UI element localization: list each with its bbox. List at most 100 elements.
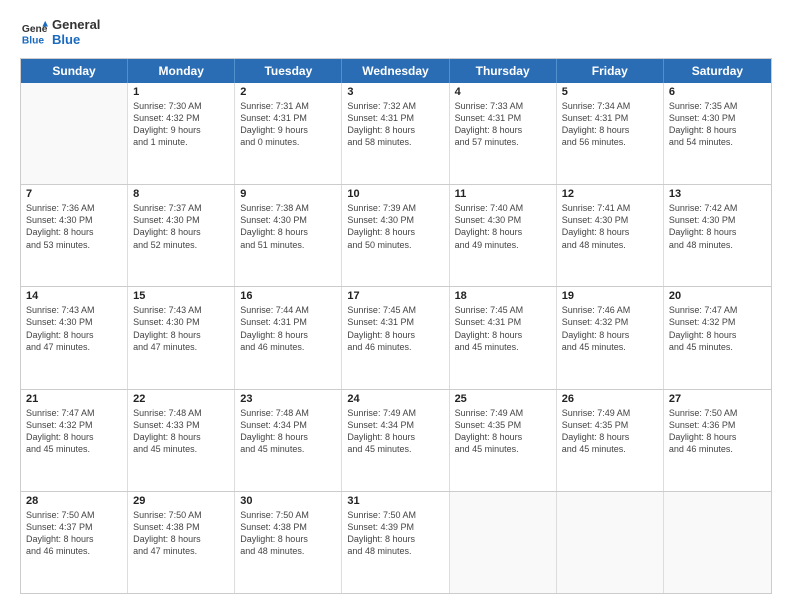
- calendar-header-monday: Monday: [128, 59, 235, 83]
- calendar-cell: 20 Sunrise: 7:47 AM Sunset: 4:32 PM Dayli…: [664, 287, 771, 388]
- calendar-week-2: 7 Sunrise: 7:36 AM Sunset: 4:30 PM Daylig…: [21, 185, 771, 287]
- calendar-cell: 8 Sunrise: 7:37 AM Sunset: 4:30 PM Daylig…: [128, 185, 235, 286]
- header: General Blue General Blue: [20, 18, 772, 48]
- day-number: 31: [347, 495, 443, 507]
- calendar-cell: 7 Sunrise: 7:36 AM Sunset: 4:30 PM Daylig…: [21, 185, 128, 286]
- day-details: Sunrise: 7:31 AM Sunset: 4:31 PM Dayligh…: [240, 100, 336, 149]
- day-number: 5: [562, 86, 658, 98]
- calendar-cell: 1Sunrise: 7:30 AM Sunset: 4:32 PM Daylig…: [128, 83, 235, 184]
- day-number: 29: [133, 495, 229, 507]
- calendar-cell: 22 Sunrise: 7:48 AM Sunset: 4:33 PM Dayli…: [128, 390, 235, 491]
- day-number: 21: [26, 393, 122, 405]
- logo: General Blue General Blue: [20, 18, 100, 48]
- day-details: Sunrise: 7:47 AM Sunset: 4:32 PM Dayligh…: [669, 304, 766, 353]
- calendar-cell: 6 Sunrise: 7:35 AM Sunset: 4:30 PM Daylig…: [664, 83, 771, 184]
- day-details: Sunrise: 7:46 AM Sunset: 4:32 PM Dayligh…: [562, 304, 658, 353]
- calendar-header-saturday: Saturday: [664, 59, 771, 83]
- calendar-cell: [664, 492, 771, 593]
- calendar-cell: 27 Sunrise: 7:50 AM Sunset: 4:36 PM Dayli…: [664, 390, 771, 491]
- day-details: Sunrise: 7:47 AM Sunset: 4:32 PM Dayligh…: [26, 407, 122, 456]
- day-number: 4: [455, 86, 551, 98]
- calendar-cell: 5Sunrise: 7:34 AM Sunset: 4:31 PM Daylig…: [557, 83, 664, 184]
- day-number: 2: [240, 86, 336, 98]
- day-number: 18: [455, 290, 551, 302]
- calendar-body: 1Sunrise: 7:30 AM Sunset: 4:32 PM Daylig…: [21, 83, 771, 593]
- calendar-cell: [557, 492, 664, 593]
- day-number: 8: [133, 188, 229, 200]
- calendar-cell: 10 Sunrise: 7:39 AM Sunset: 4:30 PM Dayli…: [342, 185, 449, 286]
- day-details: Sunrise: 7:32 AM Sunset: 4:31 PM Dayligh…: [347, 100, 443, 149]
- day-number: 25: [455, 393, 551, 405]
- calendar-header-sunday: Sunday: [21, 59, 128, 83]
- calendar-cell: 31 Sunrise: 7:50 AM Sunset: 4:39 PM Dayli…: [342, 492, 449, 593]
- day-details: Sunrise: 7:45 AM Sunset: 4:31 PM Dayligh…: [455, 304, 551, 353]
- day-number: 19: [562, 290, 658, 302]
- day-details: Sunrise: 7:50 AM Sunset: 4:39 PM Dayligh…: [347, 509, 443, 558]
- day-number: 27: [669, 393, 766, 405]
- logo-general: General: [52, 18, 100, 33]
- day-details: Sunrise: 7:44 AM Sunset: 4:31 PM Dayligh…: [240, 304, 336, 353]
- day-details: Sunrise: 7:43 AM Sunset: 4:30 PM Dayligh…: [26, 304, 122, 353]
- day-number: 28: [26, 495, 122, 507]
- calendar-cell: 23Sunrise: 7:48 AM Sunset: 4:34 PM Dayli…: [235, 390, 342, 491]
- calendar-cell: 18 Sunrise: 7:45 AM Sunset: 4:31 PM Dayli…: [450, 287, 557, 388]
- day-details: Sunrise: 7:39 AM Sunset: 4:30 PM Dayligh…: [347, 202, 443, 251]
- day-details: Sunrise: 7:43 AM Sunset: 4:30 PM Dayligh…: [133, 304, 229, 353]
- calendar-week-4: 21 Sunrise: 7:47 AM Sunset: 4:32 PM Dayli…: [21, 390, 771, 492]
- day-number: 13: [669, 188, 766, 200]
- calendar-header-row: SundayMondayTuesdayWednesdayThursdayFrid…: [21, 59, 771, 83]
- day-number: 12: [562, 188, 658, 200]
- day-number: 6: [669, 86, 766, 98]
- day-number: 20: [669, 290, 766, 302]
- day-number: 26: [562, 393, 658, 405]
- day-number: 30: [240, 495, 336, 507]
- calendar-cell: 4 Sunrise: 7:33 AM Sunset: 4:31 PM Daylig…: [450, 83, 557, 184]
- calendar-cell: 13 Sunrise: 7:42 AM Sunset: 4:30 PM Dayli…: [664, 185, 771, 286]
- day-details: Sunrise: 7:36 AM Sunset: 4:30 PM Dayligh…: [26, 202, 122, 251]
- calendar-cell: 16 Sunrise: 7:44 AM Sunset: 4:31 PM Dayli…: [235, 287, 342, 388]
- calendar-cell: 12 Sunrise: 7:41 AM Sunset: 4:30 PM Dayli…: [557, 185, 664, 286]
- day-details: Sunrise: 7:48 AM Sunset: 4:33 PM Dayligh…: [133, 407, 229, 456]
- day-number: 22: [133, 393, 229, 405]
- day-number: 16: [240, 290, 336, 302]
- day-number: 10: [347, 188, 443, 200]
- day-details: Sunrise: 7:45 AM Sunset: 4:31 PM Dayligh…: [347, 304, 443, 353]
- calendar: SundayMondayTuesdayWednesdayThursdayFrid…: [20, 58, 772, 594]
- day-details: Sunrise: 7:50 AM Sunset: 4:36 PM Dayligh…: [669, 407, 766, 456]
- day-details: Sunrise: 7:50 AM Sunset: 4:38 PM Dayligh…: [133, 509, 229, 558]
- calendar-cell: 11 Sunrise: 7:40 AM Sunset: 4:30 PM Dayli…: [450, 185, 557, 286]
- day-details: Sunrise: 7:49 AM Sunset: 4:34 PM Dayligh…: [347, 407, 443, 456]
- day-details: Sunrise: 7:41 AM Sunset: 4:30 PM Dayligh…: [562, 202, 658, 251]
- day-details: Sunrise: 7:50 AM Sunset: 4:38 PM Dayligh…: [240, 509, 336, 558]
- calendar-header-friday: Friday: [557, 59, 664, 83]
- logo-blue: Blue: [52, 33, 100, 48]
- day-details: Sunrise: 7:48 AM Sunset: 4:34 PM Dayligh…: [240, 407, 336, 456]
- day-number: 7: [26, 188, 122, 200]
- calendar-cell: 3 Sunrise: 7:32 AM Sunset: 4:31 PM Daylig…: [342, 83, 449, 184]
- calendar-cell: 17Sunrise: 7:45 AM Sunset: 4:31 PM Dayli…: [342, 287, 449, 388]
- calendar-cell: 2 Sunrise: 7:31 AM Sunset: 4:31 PM Daylig…: [235, 83, 342, 184]
- day-details: Sunrise: 7:40 AM Sunset: 4:30 PM Dayligh…: [455, 202, 551, 251]
- day-number: 11: [455, 188, 551, 200]
- calendar-cell: 24 Sunrise: 7:49 AM Sunset: 4:34 PM Dayli…: [342, 390, 449, 491]
- day-details: Sunrise: 7:35 AM Sunset: 4:30 PM Dayligh…: [669, 100, 766, 149]
- day-details: Sunrise: 7:42 AM Sunset: 4:30 PM Dayligh…: [669, 202, 766, 251]
- page: General Blue General Blue SundayMondayTu…: [0, 0, 792, 612]
- svg-text:Blue: Blue: [22, 35, 45, 46]
- calendar-cell: 14Sunrise: 7:43 AM Sunset: 4:30 PM Dayli…: [21, 287, 128, 388]
- calendar-cell: 29 Sunrise: 7:50 AM Sunset: 4:38 PM Dayli…: [128, 492, 235, 593]
- day-details: Sunrise: 7:49 AM Sunset: 4:35 PM Dayligh…: [455, 407, 551, 456]
- day-details: Sunrise: 7:33 AM Sunset: 4:31 PM Dayligh…: [455, 100, 551, 149]
- day-number: 3: [347, 86, 443, 98]
- day-number: 15: [133, 290, 229, 302]
- calendar-header-wednesday: Wednesday: [342, 59, 449, 83]
- calendar-cell: [21, 83, 128, 184]
- calendar-cell: 26Sunrise: 7:49 AM Sunset: 4:35 PM Dayli…: [557, 390, 664, 491]
- day-details: Sunrise: 7:37 AM Sunset: 4:30 PM Dayligh…: [133, 202, 229, 251]
- day-number: 24: [347, 393, 443, 405]
- calendar-cell: 19 Sunrise: 7:46 AM Sunset: 4:32 PM Dayli…: [557, 287, 664, 388]
- calendar-cell: 15 Sunrise: 7:43 AM Sunset: 4:30 PM Dayli…: [128, 287, 235, 388]
- calendar-week-1: 1Sunrise: 7:30 AM Sunset: 4:32 PM Daylig…: [21, 83, 771, 185]
- calendar-cell: 9Sunrise: 7:38 AM Sunset: 4:30 PM Daylig…: [235, 185, 342, 286]
- day-details: Sunrise: 7:50 AM Sunset: 4:37 PM Dayligh…: [26, 509, 122, 558]
